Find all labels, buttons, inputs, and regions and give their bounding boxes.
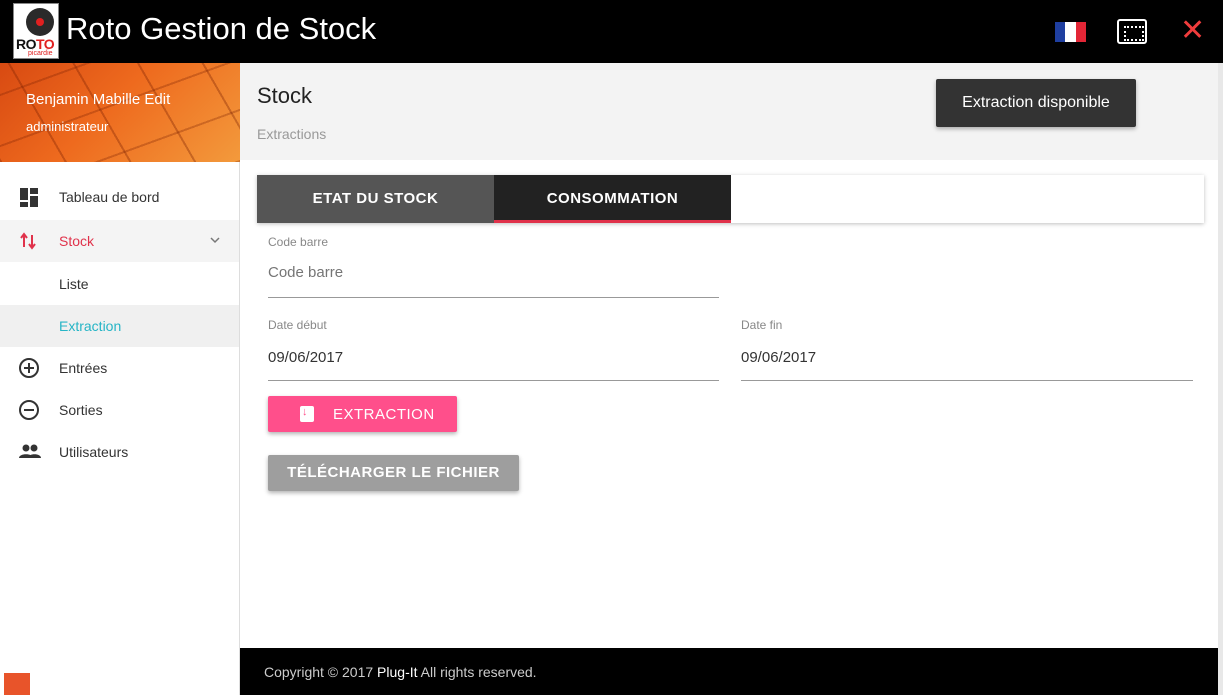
footer-rights: All rights reserved. xyxy=(417,664,537,680)
sidebar-item-label: Sorties xyxy=(59,402,103,418)
date-start-input[interactable]: 09/06/2017 xyxy=(268,349,343,366)
sidebar: Benjamin Mabille Edit administrateur Tab… xyxy=(0,63,240,695)
scrollbar[interactable] xyxy=(1218,63,1223,695)
barcode-underline xyxy=(268,297,719,298)
sidebar-item-label: Utilisateurs xyxy=(59,444,129,460)
footer-brand-link[interactable]: Plug-It xyxy=(377,664,417,680)
sidebar-item-utilisateurs[interactable]: Utilisateurs xyxy=(0,431,239,473)
date-end-input[interactable]: 09/06/2017 xyxy=(741,349,816,366)
date-start-underline xyxy=(268,380,719,381)
people-icon xyxy=(19,442,41,462)
logo-subtext: picardie xyxy=(28,50,53,57)
footer-copyright: Copyright © 2017 xyxy=(264,664,378,680)
close-icon[interactable]: ✕ xyxy=(1180,15,1205,47)
swap-vertical-icon xyxy=(19,231,39,251)
sidebar-item-entrees[interactable]: Entrées xyxy=(0,347,239,389)
sidebar-subitem-label: Extraction xyxy=(59,318,122,334)
page-subtitle: Extractions xyxy=(257,126,327,142)
sidebar-subitem-label: Liste xyxy=(59,276,89,292)
user-name: Benjamin Mabille Edit xyxy=(26,91,171,108)
mini-logo-icon xyxy=(4,673,30,695)
extraction-button[interactable]: EXTRACTION xyxy=(268,396,457,432)
footer: Copyright © 2017 Plug-It All rights rese… xyxy=(240,648,1223,695)
sidebar-item-label: Entrées xyxy=(59,360,108,376)
page-header: Stock Extractions Extraction disponible xyxy=(240,63,1223,160)
sidebar-item-label: Stock xyxy=(59,233,95,249)
fullscreen-icon[interactable] xyxy=(1117,19,1147,44)
remove-circle-icon xyxy=(19,400,39,420)
sidebar-item-tableau-de-bord[interactable]: Tableau de bord xyxy=(0,176,239,218)
chevron-down-icon xyxy=(208,233,222,247)
tab-consommation[interactable]: CONSOMMATION xyxy=(494,175,731,223)
app-title: Roto Gestion de Stock xyxy=(66,11,377,46)
sidebar-subitem-liste[interactable]: Liste xyxy=(0,263,239,305)
sidebar-item-stock[interactable]: Stock xyxy=(0,220,239,262)
barcode-label: Code barre xyxy=(268,235,329,249)
download-file-icon xyxy=(300,406,314,422)
user-panel: Benjamin Mabille Edit administrateur xyxy=(0,63,240,162)
tab-etat-du-stock[interactable]: ETAT DU STOCK xyxy=(257,175,494,223)
barcode-input[interactable] xyxy=(268,264,718,281)
roto-logo: ROTO picardie xyxy=(13,3,59,59)
date-end-underline xyxy=(741,380,1193,381)
download-file-button[interactable]: TÉLÉCHARGER LE FICHIER xyxy=(268,455,519,491)
sidebar-item-sorties[interactable]: Sorties xyxy=(0,389,239,431)
sidebar-item-label: Tableau de bord xyxy=(59,189,160,205)
tab-bar: ETAT DU STOCK CONSOMMATION xyxy=(257,175,1204,223)
french-flag-icon[interactable] xyxy=(1055,22,1086,42)
sidebar-subitem-extraction[interactable]: Extraction xyxy=(0,305,239,347)
date-start-label: Date début xyxy=(268,318,327,332)
app-header: ROTO picardie Roto Gestion de Stock ✕ xyxy=(0,0,1223,63)
extraction-button-label: EXTRACTION xyxy=(333,406,435,423)
add-circle-icon xyxy=(19,358,39,378)
dashboard-icon xyxy=(19,187,39,207)
page-title: Stock xyxy=(257,83,313,108)
user-role: administrateur xyxy=(26,119,109,134)
date-end-label: Date fin xyxy=(741,318,783,332)
toast-notification: Extraction disponible xyxy=(936,79,1136,127)
